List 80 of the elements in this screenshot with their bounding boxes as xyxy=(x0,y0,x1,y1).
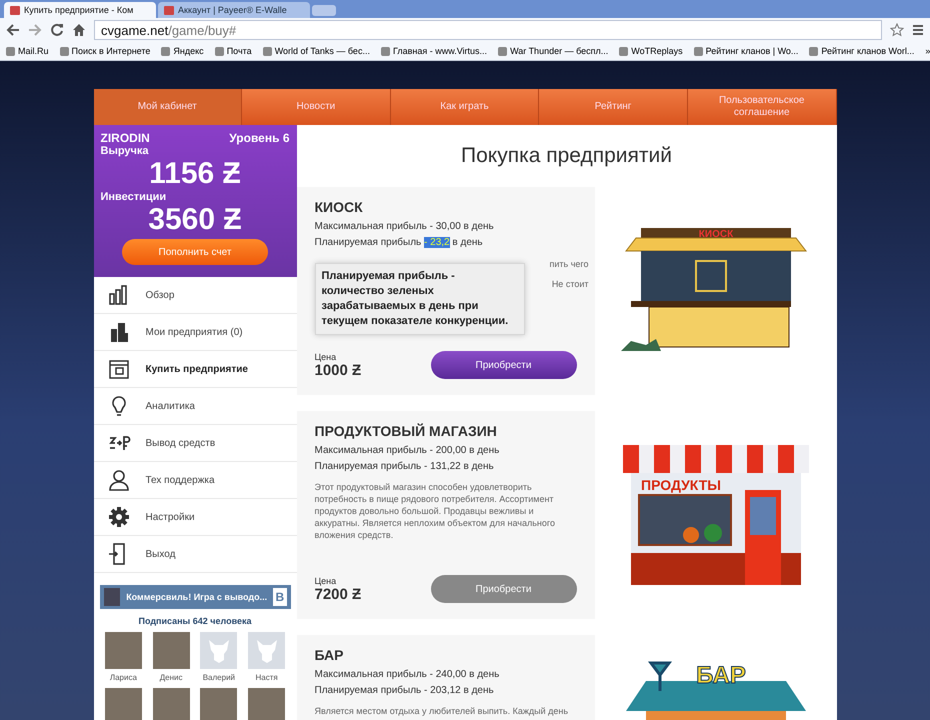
vk-logo: В xyxy=(273,588,286,606)
username: ZIRODIN xyxy=(100,131,150,145)
menu-item[interactable]: Выход xyxy=(94,536,296,573)
person-icon xyxy=(108,469,130,491)
menu-item[interactable]: Вывод средств xyxy=(94,425,296,462)
bookmark[interactable]: Рейтинг кланов | Wo... xyxy=(694,46,798,56)
bookmark[interactable]: Поиск в Интернете xyxy=(60,46,150,56)
photo-placeholder[interactable] xyxy=(104,632,142,669)
member-name: Настя xyxy=(256,673,278,682)
description-fragment: пить чего xyxy=(550,259,588,269)
browser-tab[interactable]: Купить предприятие - Ком xyxy=(4,2,156,18)
bookmark[interactable]: Яндекс xyxy=(161,46,204,56)
revenue-value: 1156 Ƶ xyxy=(148,157,242,191)
storefront-icon xyxy=(108,358,130,380)
price-value: 1000 Ƶ xyxy=(314,362,362,378)
bar-chart-icon xyxy=(108,284,130,306)
kiosk-drawing: КИОСК xyxy=(620,226,810,356)
vk-widget-header[interactable]: Коммерсвиль! Игра с выводо... В xyxy=(100,585,290,609)
product-description: Является местом отдыха у любителей выпить. Каждый день xyxy=(314,705,570,717)
photo-placeholder[interactable] xyxy=(200,688,238,720)
browser-tab[interactable]: Аккаунт | Payeer® E-Walle xyxy=(158,2,310,18)
buy-button[interactable]: Приобрести xyxy=(430,351,576,379)
star-icon[interactable] xyxy=(890,23,904,37)
dog-silhouette-icon xyxy=(254,638,279,664)
menu-icon[interactable] xyxy=(912,24,924,36)
more-bookmarks[interactable]: » xyxy=(925,46,930,56)
product-name: КИОСК xyxy=(314,199,364,215)
product-name: БАР xyxy=(314,647,344,663)
home-icon[interactable] xyxy=(72,23,86,37)
forward-icon[interactable] xyxy=(28,23,42,37)
product-description: Этот продуктовый магазин способен удовлетворить потребность в пище рядового потребителя. Ассортимент продуктов довольно большой. Продавцы вежливы и аккуратны. Является неплохим объектом для начального вложения средств. xyxy=(314,481,556,541)
bookmark[interactable]: Рейтинг кланов Worl... xyxy=(809,46,914,56)
photo-placeholder[interactable] xyxy=(152,688,190,720)
bookmark[interactable]: Mail.Ru xyxy=(6,46,49,56)
level-label: Уровень 6 xyxy=(229,131,290,145)
price-value: 7200 Ƶ xyxy=(314,586,362,602)
page-title: Покупка предприятий xyxy=(460,143,673,169)
menu-item[interactable]: Тех поддержка xyxy=(94,462,296,499)
menu-item[interactable]: Аналитика xyxy=(94,388,296,425)
investments-value: 3560 Ƶ xyxy=(147,203,243,237)
member-name: Лариса xyxy=(110,673,137,682)
menu-item[interactable]: Обзор xyxy=(94,277,296,314)
planned-profit: Планируемая прибыль - 23,2 в день xyxy=(314,236,484,250)
menu-item[interactable]: Купить предприятие xyxy=(94,351,296,388)
member-name: Денис xyxy=(160,673,182,682)
product-name: ПРОДУКТОВЫЙ МАГАЗИН xyxy=(314,423,498,439)
bookmark[interactable]: Главная - www.Virtus... xyxy=(380,46,488,56)
bookmark[interactable]: World of Tanks — бес... xyxy=(262,46,370,56)
planned-profit: Планируемая прибыль - 131,22 в день xyxy=(314,460,495,474)
planned-profit: Планируемая прибыль - 203,12 в день xyxy=(314,684,495,698)
default-avatar[interactable] xyxy=(200,632,238,669)
dog-silhouette-icon xyxy=(206,638,231,664)
revenue-label: Выручка xyxy=(100,145,150,157)
menu-item[interactable]: Настройки xyxy=(94,499,296,536)
description-fragment: Не стоит xyxy=(552,279,588,289)
reload-icon[interactable] xyxy=(50,23,64,37)
default-avatar[interactable] xyxy=(248,632,286,669)
tooltip: Планируемая прибыль - количество зеленых зарабатываемых в день при текущем показателе конкуренции. xyxy=(314,263,524,335)
member-name: Валерий xyxy=(202,673,236,682)
gear-icon xyxy=(108,506,130,528)
address-bar[interactable]: cvgame.net/game/buy# xyxy=(94,20,882,40)
max-profit: Максимальная прибыль - 240,00 в день xyxy=(314,668,500,682)
grocery-store-drawing: ПРОДУКТЫ xyxy=(620,445,810,585)
max-profit: Максимальная прибыль - 200,00 в день xyxy=(314,444,500,458)
back-icon[interactable] xyxy=(6,23,20,37)
photo-placeholder[interactable] xyxy=(152,632,190,669)
subscribers-count: Подписаны 642 человека xyxy=(137,616,253,626)
max-profit: Максимальная прибыль - 30,00 в день xyxy=(314,220,495,234)
group-avatar xyxy=(104,588,120,606)
investments-label: Инвестиции xyxy=(100,191,168,203)
new-tab-button[interactable] xyxy=(312,5,336,16)
group-title: Коммерсвиль! Игра с выводо... xyxy=(126,592,268,602)
bookmark[interactable]: Почта xyxy=(214,46,252,56)
photo-placeholder[interactable] xyxy=(248,688,286,720)
bookmark[interactable]: WoTReplays xyxy=(619,46,683,56)
photo-placeholder[interactable] xyxy=(104,688,142,720)
menu-item[interactable]: Мои предприятия (0) xyxy=(94,314,296,351)
price-label: Цена xyxy=(314,352,338,362)
bookmark[interactable]: War Thunder — беспл... xyxy=(498,46,608,56)
price-label: Цена xyxy=(314,576,338,586)
